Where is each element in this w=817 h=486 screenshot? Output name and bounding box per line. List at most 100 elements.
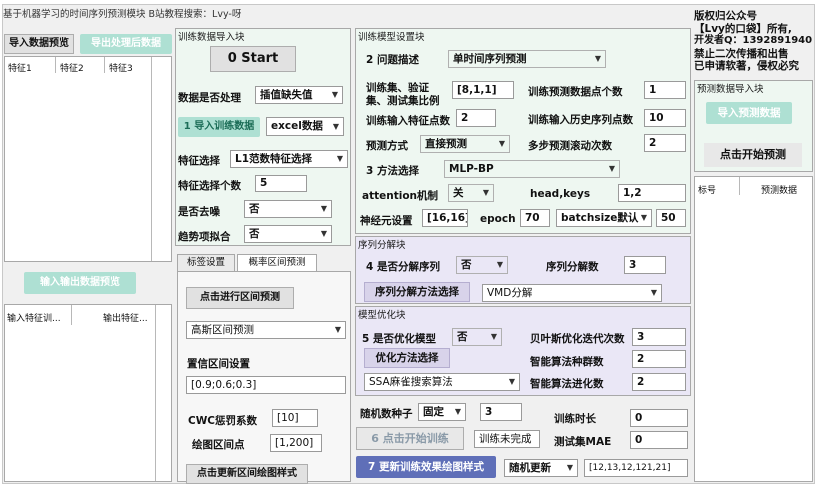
decomp-method-button[interactable]: 序列分解方法选择 [364,282,470,302]
start-training-button[interactable]: 6 点击开始训练 [356,427,464,450]
trend-dropdown[interactable]: 否 ▼ [244,225,332,243]
chevron-down-icon: ▼ [640,213,647,222]
pred-table[interactable]: 标号 预测数据 [694,176,813,482]
table-header: 特征2 [60,64,84,74]
table-header: 标号 [698,186,717,196]
preprocess-label: 数据是否处理 [178,92,241,104]
table-header: 特征1 [8,64,32,74]
neurons-input[interactable]: [16,16] [422,209,468,227]
plot-points-input[interactable]: [1,200] [270,434,322,452]
headkeys-input[interactable]: 1,2 [618,184,686,202]
decompose-dropdown[interactable]: 否 ▼ [456,256,508,274]
batchsize-input[interactable]: 50 [656,209,686,227]
seed-mode-dropdown[interactable]: 固定 ▼ [418,403,466,421]
problem-dropdown[interactable]: 单时间序列预测 ▼ [448,50,606,68]
mae-label: 测试集MAE [554,436,612,448]
chevron-down-icon: ▼ [508,377,515,386]
table-header: 特征3 [109,64,133,74]
headkeys-label: head,keys [530,188,591,200]
import-training-button[interactable]: 1 导入训练数据 [178,117,260,137]
optim-algo-dropdown[interactable]: SSA麻雀搜索算法 ▼ [364,373,520,391]
chevron-down-icon: ▼ [454,407,461,416]
decomp-title: 序列分解块 [358,240,406,251]
pred-mode-label: 预测方式 [366,140,408,152]
input-features-input[interactable]: 2 [456,109,496,127]
chevron-down-icon: ▼ [336,154,343,163]
decomp-method-dropdown[interactable]: VMD分解 ▼ [482,284,662,302]
cwc-input[interactable]: [10] [272,409,318,427]
iter-label: 智能算法进化数 [530,378,604,390]
pop-input[interactable]: 2 [632,350,686,368]
split-label-line2: 集、测试集比例 [366,95,440,107]
batchsize-dropdown[interactable]: batchsize默认 ▼ [556,209,652,227]
preprocess-dropdown[interactable]: 插值缺失值 ▼ [255,86,343,104]
cwc-label: CWC惩罚系数 [188,415,257,427]
chevron-down-icon: ▼ [482,188,489,197]
feature-select-label: 特征选择 [178,155,220,167]
method-label: 3 方法选择 [366,165,419,177]
method-dropdown[interactable]: MLP-BP ▼ [444,160,620,178]
tab-interval-prediction[interactable]: 概率区间预测 [237,254,317,271]
chevron-down-icon: ▼ [650,288,657,297]
update-plot-style-button[interactable]: 7 更新训练效果绘图样式 [356,456,496,478]
import-block-title: 训练数据导入块 [178,32,245,43]
update-interval-style-button[interactable]: 点击更新区间绘图样式 [186,464,308,484]
chevron-down-icon: ▼ [490,332,497,341]
chevron-down-icon: ▼ [594,54,601,63]
history-points-label: 训练输入历史序列点数 [528,114,633,126]
chevron-down-icon: ▼ [496,260,503,269]
pred-points-input[interactable]: 1 [644,81,686,99]
rolling-label: 多步预测滚动次数 [528,140,612,152]
file-type-dropdown[interactable]: excel数据 ▼ [266,117,344,136]
data-preview-table[interactable]: 特征1 特征2 特征3 [4,56,172,262]
feature-select-dropdown[interactable]: L1范数特征选择 ▼ [230,150,348,168]
model-settings-title: 训练模型设置块 [358,32,425,43]
chevron-down-icon: ▼ [320,204,327,213]
confidence-input[interactable]: [0.9;0.6;0.3] [186,376,346,394]
denoise-dropdown[interactable]: 否 ▼ [244,200,332,218]
bayes-input[interactable]: 3 [632,328,686,346]
export-preview-button[interactable]: 导出处理后数据 [80,34,172,54]
import-pred-button[interactable]: 导入预测数据 [706,102,792,124]
copyright-line: 已申请软著，侵权必究 [694,60,799,72]
io-preview-button[interactable]: 输入输出数据预览 [24,272,136,294]
pred-import-title: 预测数据导入块 [697,84,764,95]
iter-input[interactable]: 2 [632,373,686,391]
copyright-line: 版权归公众号 [694,10,757,22]
feature-count-input[interactable]: 5 [255,175,307,192]
split-input[interactable]: [8,1,1] [452,81,514,99]
interval-method-dropdown[interactable]: 高斯区间预测 ▼ [186,321,346,339]
attention-label: attention机制 [362,190,439,202]
table-header: 预测数据 [761,186,798,196]
table-header: 输入特征训... [7,314,61,324]
pred-mode-dropdown[interactable]: 直接预测 ▼ [420,135,510,153]
epoch-input[interactable]: 70 [520,209,550,227]
decomp-count-input[interactable]: 3 [624,256,666,274]
optimize-dropdown[interactable]: 否 ▼ [452,328,502,346]
train-time-input[interactable]: 0 [630,409,688,427]
optim-method-button[interactable]: 优化方法选择 [364,348,450,368]
copyright-line: 开发者Q：1392891940 [694,35,813,46]
chevron-down-icon: ▼ [566,463,573,472]
history-points-input[interactable]: 10 [644,109,686,127]
random-list-input[interactable]: [12,13,12,121,21] [584,459,688,477]
attention-dropdown[interactable]: 关 ▼ [448,184,494,202]
feature-count-label: 特征选择个数 [178,180,241,192]
seed-input[interactable]: 3 [480,403,522,421]
mae-input[interactable]: 0 [630,431,688,449]
window-title: 基于机器学习的时间序列预测模块 B站教程搜索：Lvy-呀 [3,9,242,20]
trend-label: 趋势项拟合 [178,231,231,243]
start-pred-button[interactable]: 点击开始预测 [704,143,802,167]
start-button[interactable]: 0 Start [210,46,296,72]
random-update-dropdown[interactable]: 随机更新 ▼ [504,459,578,477]
optimize-label: 5 是否优化模型 [362,333,436,345]
confidence-label: 置信区间设置 [187,358,250,370]
tab-label-settings[interactable]: 标签设置 [177,254,235,271]
rolling-input[interactable]: 2 [644,134,686,152]
interval-predict-button[interactable]: 点击进行区间预测 [186,287,294,309]
optim-title: 模型优化块 [358,310,406,321]
chevron-down-icon: ▼ [498,139,505,148]
import-preview-button[interactable]: 导入数据预览 [4,34,74,54]
chevron-down-icon: ▼ [334,325,341,334]
io-preview-table[interactable]: 输入特征训... 输出特征... [4,304,172,482]
